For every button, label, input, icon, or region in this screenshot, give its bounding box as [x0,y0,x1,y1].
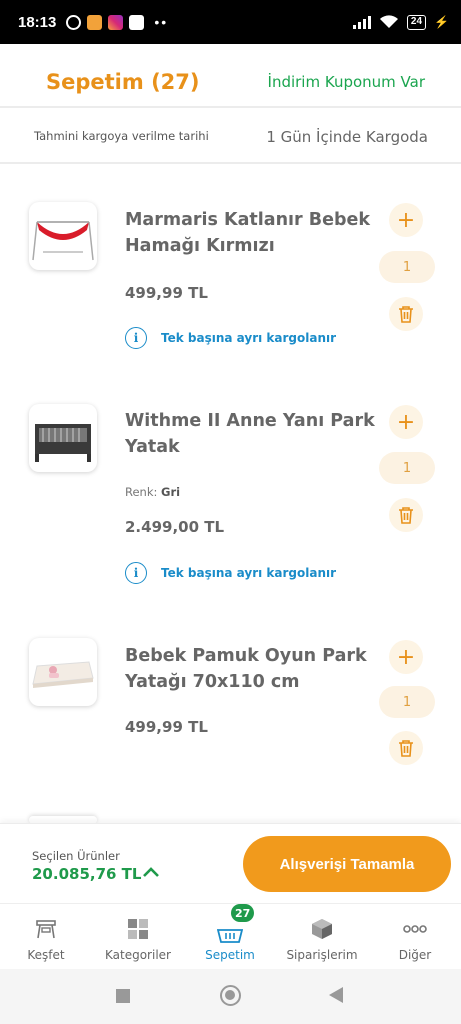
tab-label: Diğer [398,948,432,962]
selected-items-total: 20.085,76 TL [32,865,142,883]
remove-item-button[interactable] [389,731,423,765]
estimated-shipping-value: 1 Gün İçinde Kargoda [266,128,428,146]
variant-value: Gri [161,485,181,499]
estimated-shipping-row: Tahmini kargoya verilme tarihi 1 Gün İçi… [0,110,461,164]
info-icon[interactable]: i [125,327,147,349]
basket-icon [217,920,243,946]
red-hammock-image [32,221,94,261]
chevron-up-icon[interactable] [141,862,161,882]
discover-icon [33,916,59,942]
instagram-icon [108,14,124,30]
checkout-button[interactable]: Alışverişi Tamamla [243,836,451,892]
estimated-shipping-label: Tahmini kargoya verilme tarihi [34,129,209,143]
product-variant: Renk: Gri [125,485,180,499]
discount-coupon-link[interactable]: İndirim Kuponum Var [268,73,425,91]
selected-items-label: Seçilen Ürünler [32,849,120,863]
plus-icon: + [396,207,416,233]
product-name[interactable]: Bebek Pamuk Oyun Park Yatağı 70x110 cm [125,643,375,695]
tab-label: Kategoriler [105,948,171,962]
product-name[interactable]: Withme II Anne Yanı Park Yatak [125,408,375,460]
battery-icon: 24 [406,14,427,30]
trash-icon [399,740,413,757]
cotton-mattress-image [32,661,94,688]
status-bar: 18:13 •• 24 ⚡ [0,0,461,44]
cart-count-badge: 27 [231,904,255,922]
charging-icon: ⚡ [434,15,449,29]
quantity-value[interactable]: 1 [379,251,435,283]
tab-categories[interactable]: Kategoriler [93,904,183,970]
tab-more[interactable]: Diğer [370,904,460,970]
separate-shipping-text: Tek başına ayrı kargolanır [161,566,337,580]
separate-shipping-note: i Tek başına ayrı kargolanır [125,562,336,584]
quantity-value[interactable]: 1 [379,686,435,718]
tab-discover[interactable]: Keşfet [1,904,91,970]
remove-item-button[interactable] [389,297,423,331]
more-dots-icon [402,916,428,942]
back-button[interactable] [329,987,343,1003]
tab-label: Siparişlerim [286,948,358,962]
status-time: 18:13 [18,13,57,31]
product-thumbnail[interactable] [29,638,97,706]
product-thumbnail[interactable] [29,202,97,270]
separate-shipping-text: Tek başına ayrı kargolanır [161,331,337,345]
tab-label: Sepetim [205,948,255,962]
bottom-tab-bar: Keşfet Kategoriler Sepetim 27 Siparişler… [0,903,461,969]
product-thumbnail[interactable] [29,404,97,472]
categories-icon [125,916,151,942]
recents-button[interactable] [116,989,130,1003]
tab-label: Keşfet [27,948,65,962]
tab-cart[interactable]: Sepetim 27 [185,904,275,970]
increase-quantity-button[interactable]: + [389,405,423,439]
increase-quantity-button[interactable]: + [389,640,423,674]
trash-icon [399,507,413,524]
alarm-icon [66,14,82,30]
home-button[interactable] [220,985,241,1006]
info-icon[interactable]: i [125,562,147,584]
signal-icon [352,15,371,29]
product-name[interactable]: Marmaris Katlanır Bebek Hamağı Kırmızı [125,207,375,259]
variant-label: Renk: [125,485,158,499]
increase-quantity-button[interactable]: + [389,203,423,237]
more-notifications-icon: •• [154,14,169,30]
plus-icon: + [396,644,416,670]
plus-icon: + [396,409,416,435]
page-title: Sepetim (27) [46,70,200,94]
system-navigation-bar [0,969,461,1024]
product-price: 499,99 TL [125,284,208,302]
trash-icon [399,306,413,323]
notification-app-icon [87,14,103,30]
quantity-value[interactable]: 1 [379,452,435,484]
product-price: 499,99 TL [125,718,208,736]
orders-box-icon [309,916,335,942]
remove-item-button[interactable] [389,498,423,532]
notification-app-icon-2 [129,14,145,30]
tab-orders[interactable]: Siparişlerim [277,904,367,970]
product-price: 2.499,00 TL [125,518,225,536]
cart-header: Sepetim (27) İndirim Kuponum Var [0,44,461,108]
wifi-icon [379,15,398,28]
separate-shipping-note: i Tek başına ayrı kargolanır [125,327,336,349]
grey-park-bed-image [35,424,91,462]
cart-summary: Seçilen Ürünler 20.085,76 TL Alışverişi … [0,823,461,903]
